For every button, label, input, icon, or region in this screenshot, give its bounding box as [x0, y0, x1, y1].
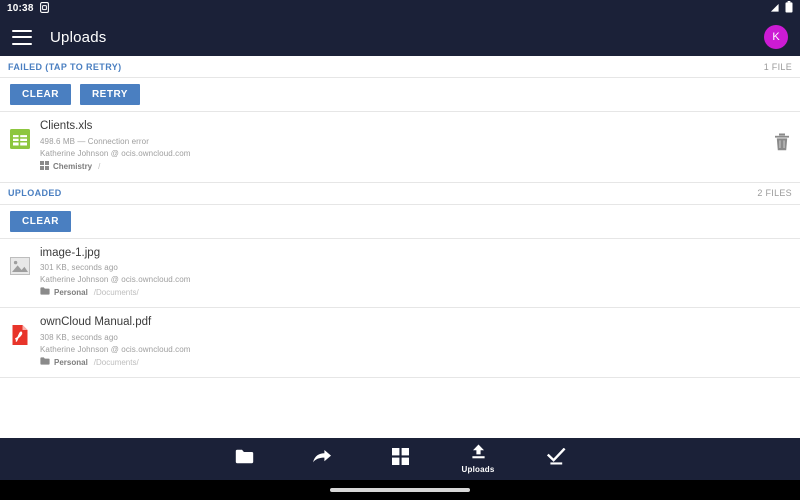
retry-failed-button[interactable]: RETRY — [79, 84, 140, 105]
file-account: Katherine Johnson @ ocis.owncloud.com — [40, 344, 191, 354]
uploads-list: FAILED (TAP TO RETRY) 1 FILE CLEAR RETRY… — [0, 56, 800, 438]
nav-files[interactable] — [205, 438, 283, 480]
spreadsheet-file-icon — [8, 127, 32, 151]
file-path: / — [98, 162, 101, 172]
file-path: /Documents/ — [93, 288, 139, 298]
nav-offline[interactable] — [517, 438, 595, 480]
folder-icon — [40, 287, 50, 299]
section-title-uploaded: UPLOADED — [8, 188, 62, 199]
spaces-grid-icon — [40, 160, 49, 174]
section-count-uploaded: 2 FILES — [757, 188, 792, 199]
avatar[interactable]: K — [764, 25, 788, 49]
signal-icon — [768, 0, 780, 18]
space-name: Chemistry — [53, 162, 93, 172]
hamburger-menu-icon[interactable] — [12, 29, 32, 45]
share-arrow-icon — [312, 449, 332, 469]
status-bar-clock: 10:38 — [7, 3, 34, 14]
table-row[interactable]: ownCloud Manual.pdf 308 KB, seconds ago … — [0, 308, 800, 378]
failed-actions: CLEAR RETRY — [0, 78, 800, 112]
sim-card-icon — [39, 0, 49, 18]
delete-trash-icon[interactable] — [764, 133, 790, 151]
folder-icon — [235, 449, 254, 469]
upload-icon — [470, 444, 487, 464]
file-path: /Documents/ — [93, 357, 139, 367]
status-bar: 10:38 — [0, 0, 800, 18]
section-header-uploaded: UPLOADED 2 FILES — [0, 183, 800, 205]
battery-icon — [785, 0, 793, 18]
uploads-screen: 10:38 Uploads K FAILED (TAP TO RETRY) 1 … — [0, 0, 800, 500]
file-name: Clients.xls — [40, 120, 93, 132]
table-row[interactable]: image-1.jpg 301 KB, seconds ago Katherin… — [0, 239, 800, 309]
gesture-navigation-bar — [0, 480, 800, 500]
nav-shares[interactable] — [283, 438, 361, 480]
file-info: image-1.jpg 301 KB, seconds ago Katherin… — [40, 246, 790, 300]
file-name: image-1.jpg — [40, 246, 101, 259]
space-name: Personal — [54, 288, 88, 298]
file-meta: 308 KB, seconds ago — [40, 332, 118, 342]
file-location: Personal /Documents/ — [40, 287, 790, 299]
nav-uploads[interactable]: Uploads — [439, 438, 517, 480]
file-location: Personal /Documents/ — [40, 356, 790, 369]
section-header-failed: FAILED (TAP TO RETRY) 1 FILE — [0, 56, 800, 78]
file-info: ownCloud Manual.pdf 308 KB, seconds ago … — [40, 315, 790, 369]
table-row[interactable]: Clients.xls 498.6 MB — Connection error … — [0, 112, 800, 183]
file-location: Chemistry / — [40, 160, 764, 174]
file-account: Katherine Johnson @ ocis.owncloud.com — [40, 148, 191, 158]
section-count-failed: 1 FILE — [763, 61, 792, 72]
page-title: Uploads — [50, 28, 107, 46]
check-available-offline-icon — [546, 447, 566, 470]
file-name: ownCloud Manual.pdf — [40, 316, 152, 329]
status-bar-right — [768, 0, 793, 18]
bottom-navigation: Uploads — [0, 438, 800, 480]
uploaded-actions: CLEAR — [0, 205, 800, 239]
folder-icon — [40, 356, 50, 369]
file-info: Clients.xls 498.6 MB — Connection error … — [40, 119, 764, 174]
section-title-failed: FAILED (TAP TO RETRY) — [8, 61, 122, 72]
file-meta: 498.6 MB — Connection error — [40, 136, 149, 146]
nav-spaces[interactable] — [361, 438, 439, 480]
app-bar: Uploads K — [0, 18, 800, 56]
file-account: Katherine Johnson @ ocis.owncloud.com — [40, 275, 191, 285]
nav-uploads-label: Uploads — [461, 465, 495, 474]
clear-uploaded-button[interactable]: CLEAR — [10, 210, 71, 232]
pdf-file-icon — [8, 323, 32, 347]
space-name: Personal — [54, 357, 88, 367]
image-file-icon — [8, 254, 32, 278]
file-meta: 301 KB, seconds ago — [40, 263, 118, 273]
status-bar-left: 10:38 — [7, 0, 49, 18]
clear-failed-button[interactable]: CLEAR — [10, 84, 71, 105]
spaces-grid-icon — [391, 448, 409, 470]
home-gesture-pill[interactable] — [330, 488, 470, 492]
